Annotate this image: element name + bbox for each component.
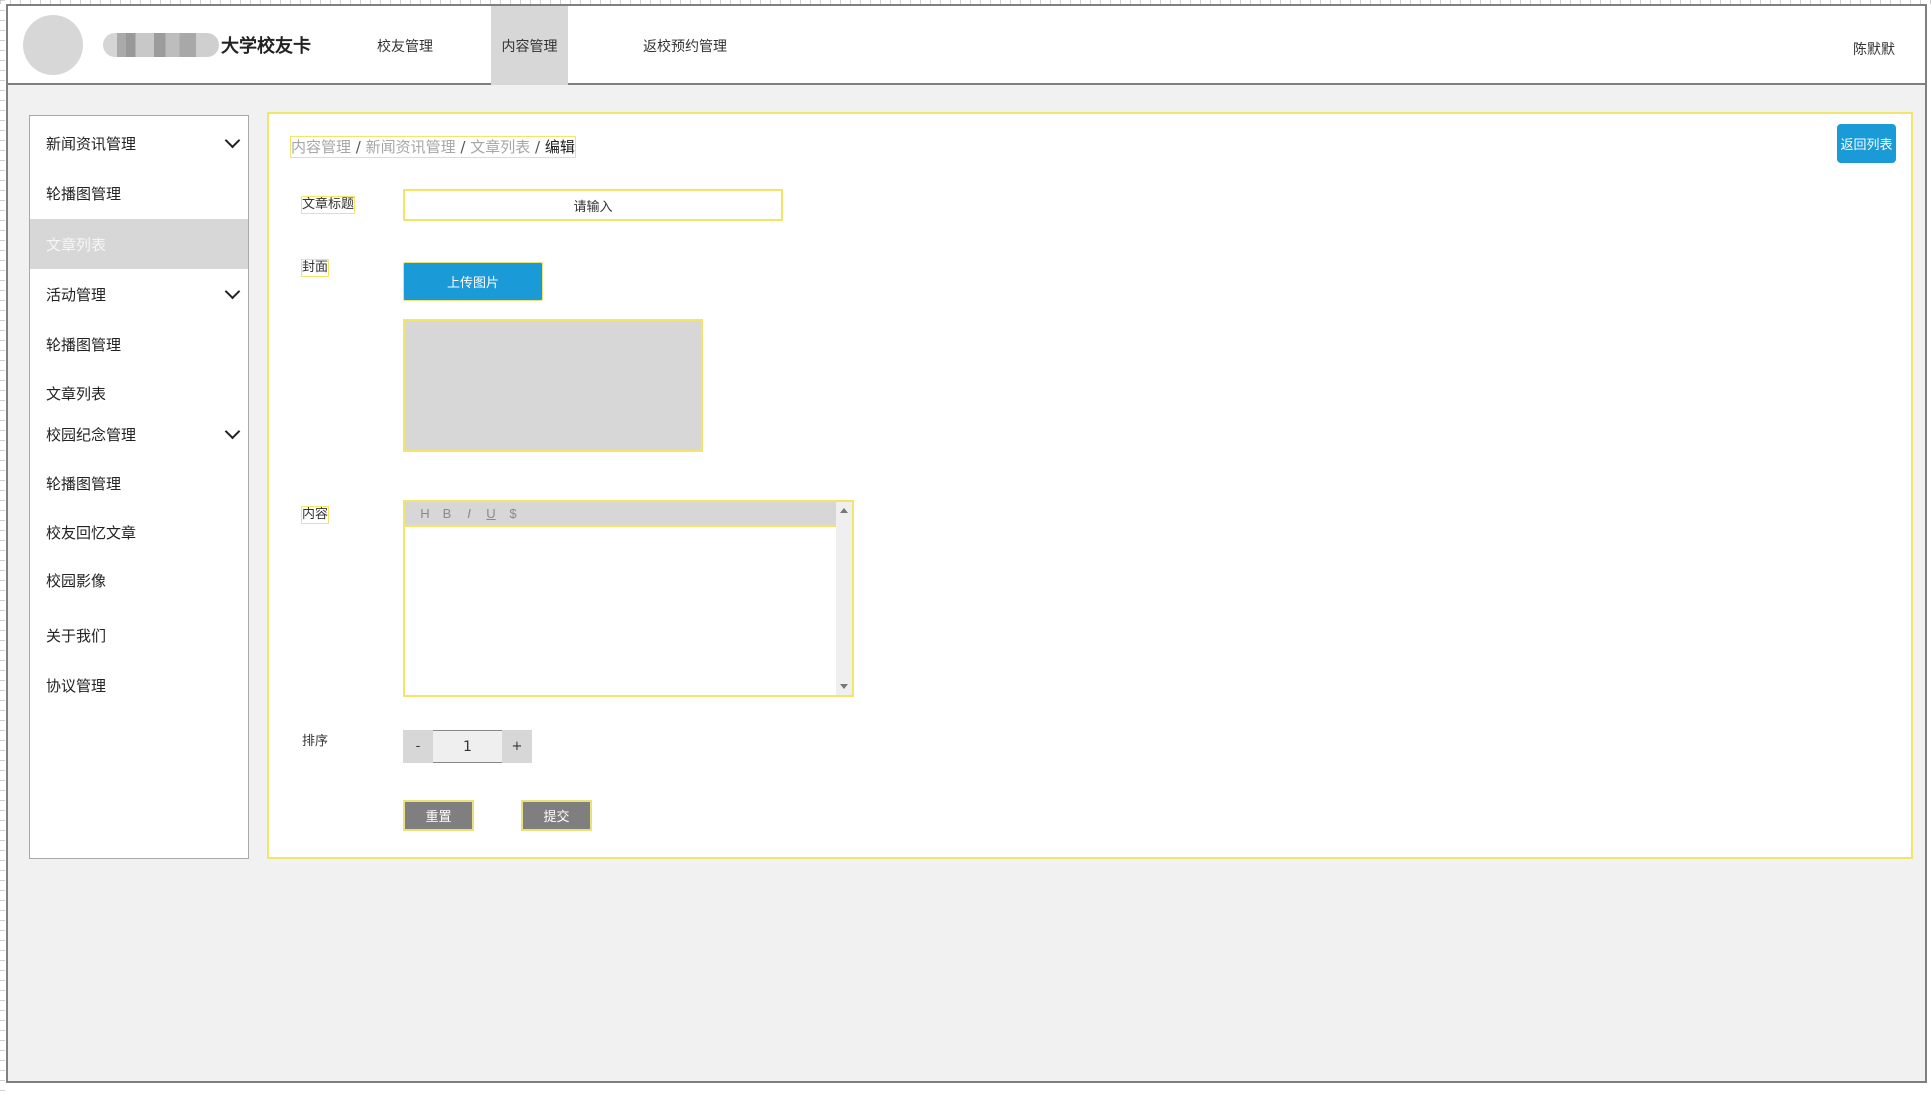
- rich-text-editor: H B I U $: [403, 500, 854, 697]
- scroll-up-arrow-icon[interactable]: [840, 508, 848, 513]
- sidebar-item-alumni-memories[interactable]: 校友回忆文章: [30, 507, 248, 557]
- sort-stepper: - 1 +: [403, 730, 532, 763]
- upload-image-button[interactable]: 上传图片: [403, 262, 543, 301]
- sidebar: 新闻资讯管理 轮播图管理 文章列表 活动管理 轮播图管理 文章列表 校园纪念管理…: [29, 115, 249, 859]
- nav-return-booking-management[interactable]: 返校预约管理: [628, 6, 742, 85]
- italic-icon[interactable]: I: [464, 506, 474, 521]
- breadcrumb-news-management[interactable]: 新闻资讯管理: [366, 138, 456, 156]
- nav-alumni-management[interactable]: 校友管理: [359, 6, 451, 85]
- breadcrumb-content-management[interactable]: 内容管理: [291, 138, 351, 156]
- sidebar-item-memorial-carousel[interactable]: 轮播图管理: [30, 458, 248, 508]
- sidebar-group-activities[interactable]: 活动管理: [30, 269, 248, 319]
- editor-scrollbar[interactable]: [836, 502, 852, 695]
- edit-panel: 内容管理 / 新闻资讯管理 / 文章列表 / 编辑 返回列表 文章标题 请输入 …: [267, 112, 1913, 859]
- sidebar-item-about-us[interactable]: 关于我们: [30, 610, 248, 660]
- submit-button[interactable]: 提交: [521, 800, 592, 831]
- sidebar-item-label: 轮播图管理: [46, 474, 122, 493]
- underline-icon[interactable]: U: [486, 506, 496, 521]
- sidebar-item-campus-images[interactable]: 校园影像: [30, 555, 248, 605]
- breadcrumb: 内容管理 / 新闻资讯管理 / 文章列表 / 编辑: [290, 136, 576, 158]
- content-label: 内容: [300, 506, 330, 524]
- brand-blurred-name: [103, 33, 219, 57]
- heading-icon[interactable]: H: [420, 506, 430, 521]
- sidebar-item-label: 活动管理: [46, 285, 107, 304]
- sidebar-group-campus-memorial[interactable]: 校园纪念管理: [30, 409, 248, 459]
- title-input[interactable]: 请输入: [403, 189, 783, 221]
- sort-value-input[interactable]: 1: [433, 730, 502, 763]
- scroll-down-arrow-icon[interactable]: [840, 684, 848, 689]
- cover-image-preview: [403, 319, 703, 452]
- sidebar-item-activity-carousel[interactable]: 轮播图管理: [30, 319, 248, 369]
- sidebar-item-label: 轮播图管理: [46, 335, 122, 354]
- sort-label: 排序: [302, 734, 329, 749]
- brand-name: 大学校友卡: [221, 36, 311, 57]
- sidebar-item-label: 校园影像: [46, 571, 107, 590]
- breadcrumb-separator: /: [460, 138, 471, 156]
- reset-button[interactable]: 重置: [403, 800, 474, 831]
- sidebar-item-label: 关于我们: [46, 626, 107, 645]
- sidebar-item-label: 新闻资讯管理: [46, 134, 137, 153]
- return-to-list-button[interactable]: 返回列表: [1837, 124, 1896, 163]
- content-textarea[interactable]: [405, 527, 837, 695]
- editor-toolbar: H B I U $: [405, 502, 837, 527]
- breadcrumb-separator: /: [355, 138, 366, 156]
- sidebar-item-agreements[interactable]: 协议管理: [30, 660, 248, 710]
- sidebar-item-label: 校园纪念管理: [46, 425, 137, 444]
- sidebar-item-label: 轮播图管理: [46, 184, 122, 203]
- sidebar-item-label: 文章列表: [46, 235, 107, 254]
- user-name[interactable]: 陈默默: [1853, 39, 1895, 59]
- chevron-down-icon[interactable]: [224, 423, 241, 440]
- bold-icon[interactable]: B: [442, 506, 452, 521]
- sidebar-item-news-articles[interactable]: 文章列表: [30, 219, 248, 269]
- strikethrough-icon[interactable]: $: [508, 506, 518, 521]
- sidebar-item-label: 协议管理: [46, 676, 107, 695]
- sidebar-item-label: 文章列表: [46, 384, 107, 403]
- nav-content-management[interactable]: 内容管理: [491, 6, 568, 85]
- cover-label: 封面: [300, 259, 330, 277]
- app-frame: 大学校友卡 校友管理 内容管理 返校预约管理 陈默默 新闻资讯管理 轮播图管理 …: [6, 4, 1927, 1083]
- ruler-left: [0, 0, 5, 1094]
- sidebar-group-news[interactable]: 新闻资讯管理: [30, 118, 248, 168]
- brand: 大学校友卡: [103, 32, 311, 58]
- breadcrumb-separator: /: [535, 138, 545, 156]
- decrement-button[interactable]: -: [403, 730, 433, 763]
- sidebar-item-label: 校友回忆文章: [46, 523, 137, 542]
- increment-button[interactable]: +: [502, 730, 532, 763]
- chevron-down-icon[interactable]: [224, 132, 241, 149]
- sidebar-item-news-carousel[interactable]: 轮播图管理: [30, 168, 248, 218]
- top-header: 大学校友卡 校友管理 内容管理 返校预约管理 陈默默: [8, 6, 1925, 85]
- breadcrumb-article-list[interactable]: 文章列表: [470, 138, 530, 156]
- logo-avatar: [23, 15, 83, 75]
- chevron-down-icon[interactable]: [224, 283, 241, 300]
- breadcrumb-current: 编辑: [544, 138, 575, 156]
- title-label: 文章标题: [300, 196, 356, 214]
